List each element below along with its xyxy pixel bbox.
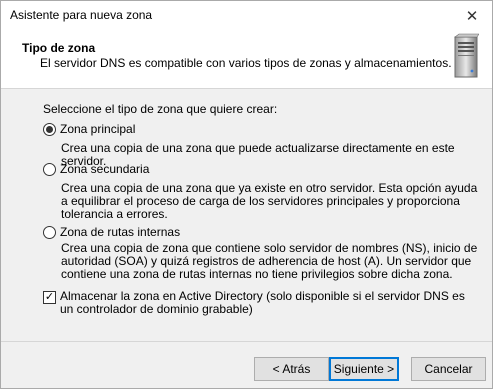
radio-zona-secundaria[interactable]: Zona secundaria — [43, 162, 149, 176]
cancel-button[interactable]: Cancelar — [411, 357, 486, 381]
ad-storage-checkbox-row[interactable]: ✓ Almacenar la zona en Active Directory … — [43, 290, 480, 316]
wizard-window: Asistente para nueva zona ✕ Tipo de zona… — [0, 0, 493, 389]
ad-storage-checkbox[interactable]: ✓ — [43, 291, 56, 304]
radio-button[interactable] — [43, 225, 56, 239]
next-button[interactable]: Siguiente > — [329, 357, 399, 381]
checkbox-label: Almacenar la zona en Active Directory (s… — [60, 289, 465, 316]
zone-type-prompt: Seleccione el tipo de zona que quiere cr… — [43, 102, 278, 116]
window-title: Asistente para nueva zona — [10, 8, 153, 22]
title-bar: Asistente para nueva zona ✕ — [1, 1, 492, 31]
option-description: Crea una copia de una zona que ya existe… — [61, 181, 478, 221]
option-description: Crea una copia de zona que contiene solo… — [61, 241, 478, 281]
close-icon: ✕ — [465, 8, 479, 25]
radio-selected-dot — [46, 125, 53, 133]
checkmark-icon: ✓ — [44, 291, 55, 303]
radio-label: Zona de rutas internas — [60, 225, 181, 239]
footer-separator — [1, 341, 492, 342]
server-icon — [454, 33, 479, 78]
radio-label: Zona secundaria — [60, 162, 150, 176]
close-button[interactable]: ✕ — [452, 1, 492, 31]
wizard-header: Tipo de zona El servidor DNS es compatib… — [1, 31, 492, 89]
radio-label: Zona principal — [60, 122, 136, 136]
page-title: Tipo de zona — [22, 41, 96, 55]
page-description: El servidor DNS es compatible con varios… — [40, 56, 452, 70]
radio-button[interactable] — [43, 162, 56, 176]
radio-button[interactable] — [43, 122, 56, 136]
back-button[interactable]: < Atrás — [254, 357, 329, 381]
radio-zona-rutas-internas[interactable]: Zona de rutas internas — [43, 225, 180, 239]
radio-zona-principal[interactable]: Zona principal — [43, 122, 135, 136]
wizard-content: Seleccione el tipo de zona que quiere cr… — [1, 90, 492, 346]
